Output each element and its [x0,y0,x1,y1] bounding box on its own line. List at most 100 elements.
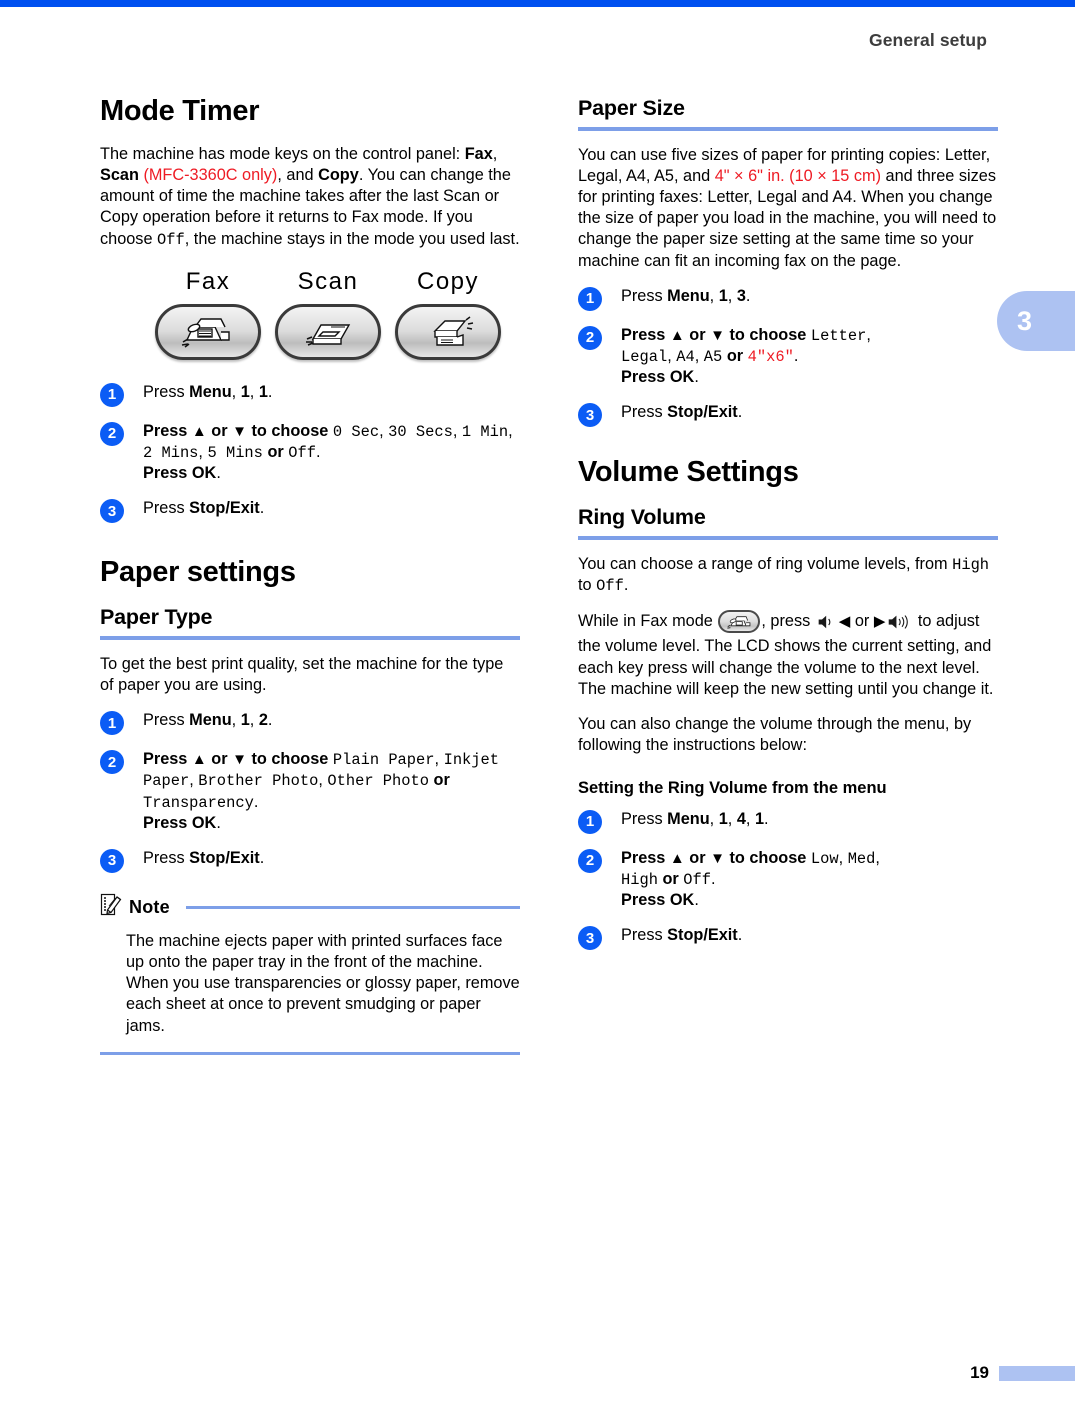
scanner-icon [275,303,381,360]
mode-keys-row [148,303,520,360]
step-text: Press ▲ or ▼ to choose Plain Paper, Inkj… [143,750,499,832]
speaker-high-icon [887,614,911,636]
copier-icon [395,303,501,360]
subsection-title-ring-volume: Ring Volume [578,505,706,530]
step-item: 1 Press Menu, 1, 4, 1. [578,809,998,834]
ring-intro-text-2: to [578,576,597,595]
model-note-red: (MFC-3360C only) [138,166,278,185]
step-text: Press ▲ or ▼ to choose Low, Med, High or … [621,848,880,910]
subsection-title-paper-type: Paper Type [100,605,213,630]
step-badge: 2 [578,325,602,350]
key-menu: Menu [667,809,710,828]
ring-volume-paragraph-3: You can also change the volume through t… [578,714,972,755]
note-header-rule [185,905,520,909]
right-arrow-icon: ▶ [873,613,886,631]
left-arrow-icon: ◀ [838,613,851,631]
lcd-high: High [952,555,990,574]
menu-code-2: 1 [258,382,268,401]
ring-volume-intro: You can choose a range of ring volume le… [578,554,998,596]
option-5mins: 5 Mins [207,443,263,462]
page-number: 19 [970,1363,989,1382]
option-letter: Letter [810,326,867,345]
menu-code-3: 1 [754,809,765,828]
step-text: Press Stop/Exit. [143,848,265,867]
key-stop-exit: Stop/Exit [189,499,260,518]
option-2mins: 2 Mins [143,443,199,462]
key-stop-exit: Stop/Exit [667,926,738,945]
down-arrow-icon: ▼ [710,849,725,867]
step-text: Press ▲ or ▼ to choose Letter, Legal, A4,… [621,325,871,387]
key-ok: OK [669,368,695,387]
key-scan: Scan [100,166,139,185]
key-copy: Copy [318,166,359,185]
menu-code-2: 4 [736,809,746,828]
step-text: Press Stop/Exit. [621,926,743,945]
mode-key-slot-scan [268,303,388,360]
option-1min: 1 Min [461,422,509,441]
step-badge: 2 [100,421,124,446]
step-text: Press Menu, 1, 3. [621,286,751,305]
step-item: 2 Press ▲ or ▼ to choose 0 Sec, 30 Secs,… [100,421,520,485]
step-item: 3 Press Stop/Exit. [578,402,998,428]
paper-type-intro: To get the best print quality, set the m… [100,654,504,695]
subsection-title-paper-size: Paper Size [578,96,685,120]
step-item: 2 Press ▲ or ▼ to choose Plain Paper, In… [100,749,520,834]
step-item: 3 Press Stop/Exit. [100,848,520,873]
up-arrow-icon: ▲ [669,326,685,344]
step-text: Press Menu, 1, 1. [143,382,273,401]
heading-rule [578,126,998,131]
menu-code-1: 1 [718,286,728,305]
chapter-tab: 3 [997,291,1075,351]
option-a4: A4 [676,347,695,366]
comma-2: , and [277,166,319,185]
menu-code-1: 1 [240,711,250,730]
section-title-mode-timer: Mode Timer [100,95,260,127]
mode-keys-labels: Fax Scan Copy [148,268,520,296]
page-header-title: General setup [868,30,987,50]
down-arrow-icon: ▼ [232,751,247,769]
left-column: Mode Timer The machine has mode keys on … [100,95,520,1055]
note-label: Note [129,896,170,917]
option-legal: Legal [621,347,668,366]
up-arrow-icon: ▲ [669,849,685,867]
option-a5: A5 [703,347,723,366]
mode-key-slot-fax [148,303,268,360]
note-box: Note The machine ejects paper with print… [100,893,520,1037]
step-item: 1 Press Menu, 1, 1. [100,382,520,407]
down-arrow-icon: ▼ [232,422,247,440]
step-item: 2 Press ▲ or ▼ to choose Low, Med, High o… [578,848,998,912]
step-item: 3 Press Stop/Exit. [578,925,998,951]
mode-timer-intro-paragraph: The machine has mode keys on the control… [100,144,520,250]
lcd-off: Off [157,230,185,249]
step-badge: 1 [100,382,124,407]
step-badge: 3 [578,403,602,428]
note-pencil-icon [100,893,122,922]
heading-rule [100,635,520,640]
note-header: Note [100,893,520,922]
step-badge: 1 [100,711,124,736]
subsubsection-title-ring-menu: Setting the Ring Volume from the menu [578,779,887,798]
down-arrow-icon: ▼ [710,326,725,344]
key-ok: OK [191,813,217,832]
step-text: Press ▲ or ▼ to choose 0 Sec, 30 Secs, 1… [143,421,513,483]
chapter-number: 3 [1017,305,1033,336]
intro-text-3: , the machine stays in the mode you used… [184,229,520,248]
key-ok: OK [669,891,695,910]
mode-key-slot-copy [388,303,508,360]
menu-code-2: 2 [258,711,268,730]
key-fax: Fax [464,144,493,163]
step-text: Press Menu, 1, 4, 1. [621,809,769,828]
speaker-low-icon [817,614,837,636]
option-low: Low [810,849,839,868]
ring-volume-paragraph-2: While in Fax mode , press ◀ or ▶ to adju… [578,610,998,700]
page-footer: 19 [970,1363,1075,1383]
right-column: Paper Size You can use five sizes of pap… [578,96,998,964]
step-badge: 3 [578,926,602,951]
option-off: Off [683,871,712,890]
option-high: High [621,871,658,890]
footer-blue-bar [999,1365,1075,1381]
step-badge: 1 [578,809,602,834]
note-bottom-rule [100,1051,520,1055]
option-other-photo: Other Photo [327,772,429,791]
menu-code-1: 1 [240,382,250,401]
